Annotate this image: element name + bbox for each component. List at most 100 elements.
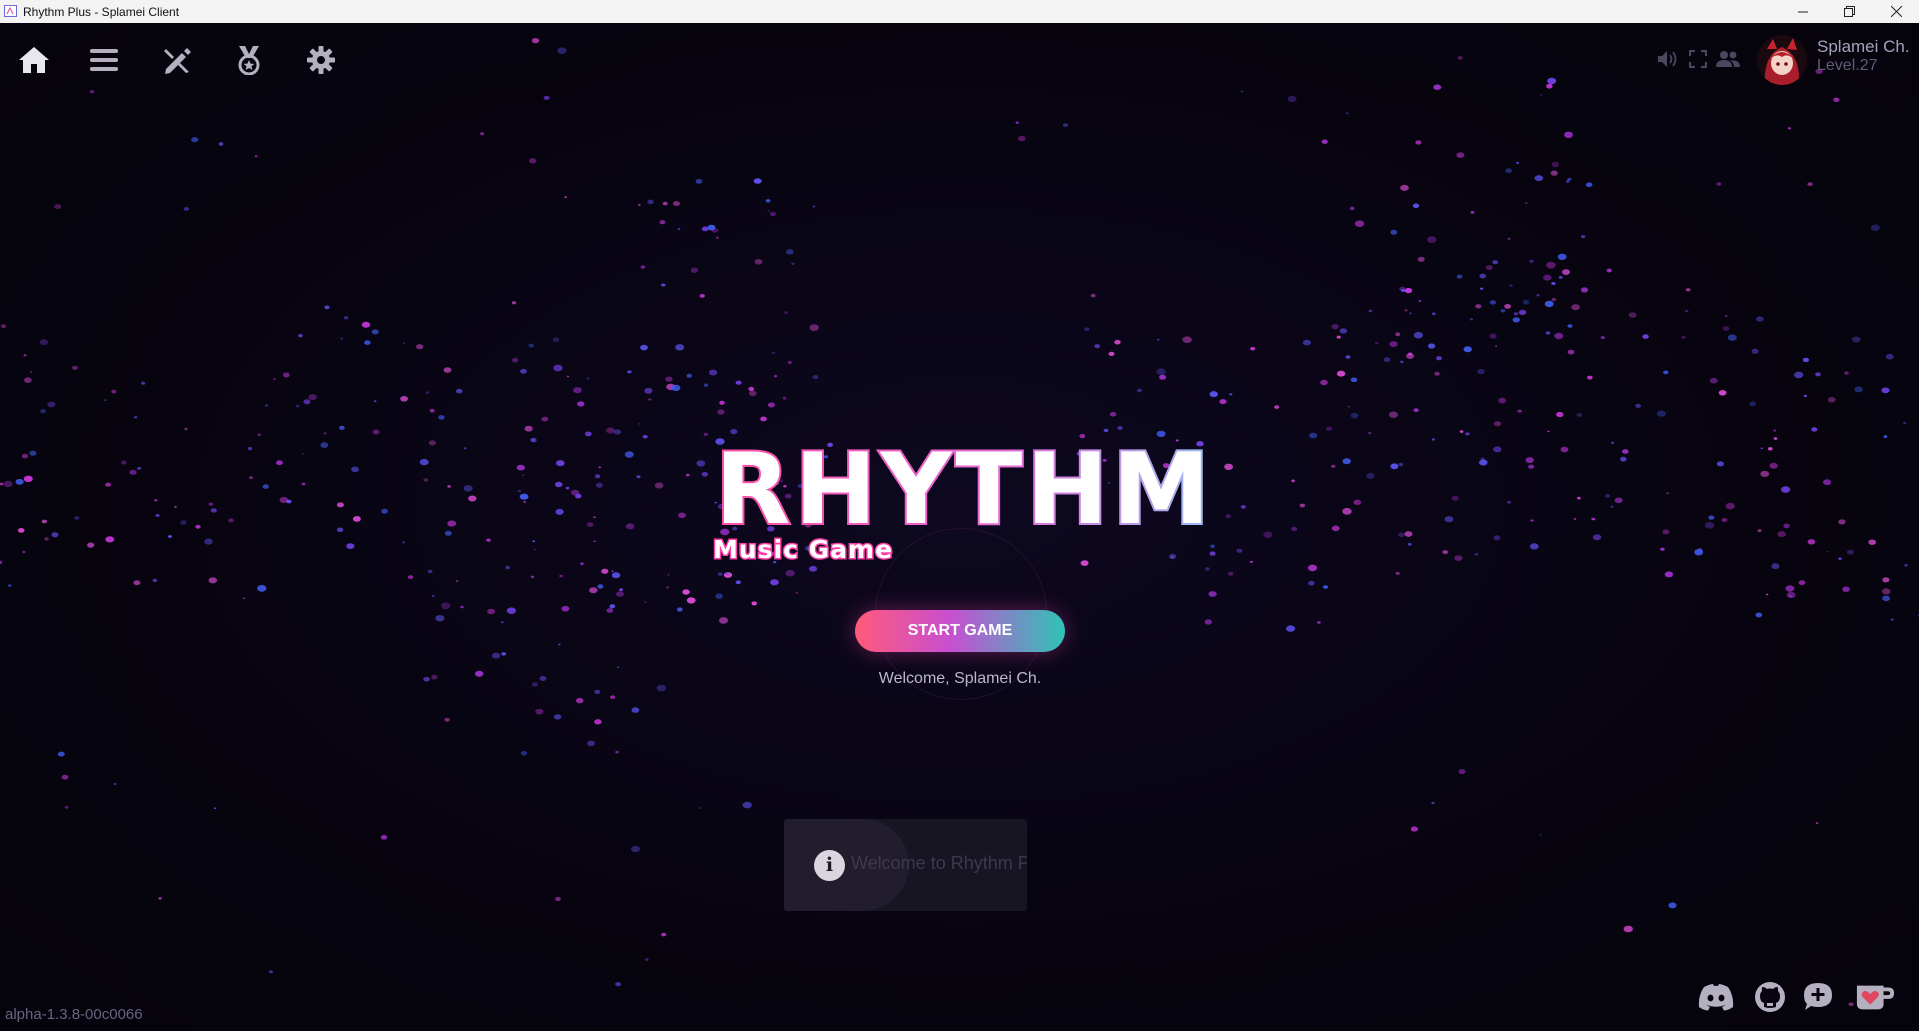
particle bbox=[1585, 182, 1593, 187]
particle bbox=[343, 316, 349, 320]
particle bbox=[1219, 399, 1227, 405]
particle bbox=[1785, 585, 1795, 592]
minimize-icon bbox=[1798, 11, 1808, 12]
home-button[interactable] bbox=[17, 43, 51, 77]
particle bbox=[1331, 525, 1340, 532]
settings-button[interactable] bbox=[304, 43, 338, 77]
particle bbox=[644, 387, 653, 394]
particle bbox=[1342, 507, 1352, 515]
particle bbox=[1417, 256, 1425, 262]
particle bbox=[1769, 462, 1778, 469]
particle bbox=[136, 466, 142, 470]
particle bbox=[61, 774, 69, 780]
particle bbox=[519, 493, 529, 500]
particle bbox=[640, 265, 646, 269]
particle bbox=[1413, 408, 1419, 413]
particle bbox=[647, 199, 654, 205]
particle bbox=[589, 587, 598, 594]
particle bbox=[1336, 370, 1346, 377]
particle bbox=[532, 540, 535, 543]
particle bbox=[213, 807, 217, 810]
particle bbox=[167, 535, 172, 538]
particle bbox=[1833, 97, 1840, 103]
menu-button[interactable] bbox=[87, 43, 121, 77]
particle bbox=[659, 220, 666, 225]
github-link[interactable] bbox=[1750, 977, 1790, 1017]
particle bbox=[1883, 435, 1888, 438]
particle bbox=[1815, 822, 1819, 824]
particle bbox=[1773, 429, 1777, 432]
particle bbox=[1518, 309, 1527, 315]
particle bbox=[303, 399, 311, 405]
particle bbox=[1529, 259, 1534, 263]
particle bbox=[113, 783, 117, 785]
particle bbox=[662, 201, 668, 206]
version-label: alpha-1.3.8-00c0066 bbox=[5, 1006, 143, 1023]
particle bbox=[423, 478, 429, 482]
particle bbox=[1567, 349, 1575, 355]
particle bbox=[1470, 211, 1475, 214]
particle bbox=[786, 249, 794, 255]
particle bbox=[1331, 324, 1339, 330]
particle bbox=[1606, 268, 1612, 273]
particle bbox=[298, 334, 303, 338]
particle bbox=[1465, 432, 1470, 436]
particle bbox=[1885, 353, 1894, 360]
particle bbox=[611, 570, 614, 573]
particle bbox=[1848, 1002, 1854, 1006]
fullscreen-button[interactable] bbox=[1686, 47, 1710, 71]
kofi-link[interactable] bbox=[1855, 977, 1895, 1017]
particle bbox=[686, 597, 696, 604]
particle bbox=[1209, 391, 1218, 398]
feedback-link[interactable] bbox=[1798, 977, 1838, 1017]
particle bbox=[695, 179, 703, 184]
particle bbox=[1346, 112, 1349, 115]
particle bbox=[1556, 411, 1564, 418]
particle bbox=[638, 423, 641, 425]
particle bbox=[1635, 403, 1641, 408]
particle bbox=[1512, 317, 1521, 323]
particle bbox=[1528, 464, 1535, 469]
particle bbox=[301, 452, 305, 455]
particle bbox=[1525, 457, 1534, 464]
particle bbox=[753, 178, 762, 184]
particle bbox=[671, 384, 681, 392]
particle bbox=[751, 601, 757, 606]
particle bbox=[23, 475, 33, 482]
particle bbox=[1600, 336, 1605, 340]
start-game-button[interactable]: START GAME bbox=[855, 610, 1065, 652]
particle bbox=[1509, 284, 1513, 287]
particle bbox=[611, 572, 621, 579]
editor-button[interactable] bbox=[160, 43, 194, 77]
discord-link[interactable] bbox=[1696, 977, 1736, 1017]
particle bbox=[155, 514, 160, 517]
particle bbox=[1529, 543, 1539, 550]
particle bbox=[1890, 618, 1894, 621]
volume-button[interactable] bbox=[1656, 47, 1680, 71]
particle bbox=[1240, 505, 1246, 509]
particle bbox=[1505, 168, 1512, 174]
close-button[interactable] bbox=[1873, 0, 1919, 23]
particle bbox=[1724, 314, 1728, 318]
particle bbox=[1321, 139, 1328, 144]
particle bbox=[1760, 470, 1770, 477]
particle bbox=[501, 621, 504, 623]
minimize-button[interactable] bbox=[1780, 0, 1826, 23]
particle bbox=[573, 387, 582, 394]
particle bbox=[15, 478, 24, 485]
particle bbox=[557, 47, 567, 54]
particle bbox=[1493, 535, 1501, 541]
particle bbox=[1459, 430, 1464, 433]
medal-button[interactable] bbox=[232, 43, 266, 77]
restore-button[interactable] bbox=[1826, 0, 1872, 23]
particle bbox=[1622, 449, 1629, 454]
particle bbox=[1668, 902, 1677, 909]
particle bbox=[577, 401, 585, 407]
friends-button[interactable] bbox=[1716, 47, 1740, 71]
avatar[interactable] bbox=[1757, 35, 1807, 85]
particle bbox=[1409, 312, 1412, 315]
particle bbox=[708, 369, 718, 376]
particle bbox=[1204, 567, 1210, 571]
particle bbox=[1404, 309, 1408, 312]
particle bbox=[247, 447, 253, 451]
